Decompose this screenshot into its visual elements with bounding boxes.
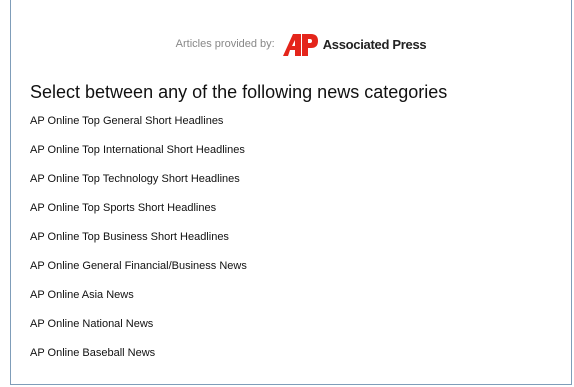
page-title: Select between any of the following news… bbox=[30, 82, 448, 102]
category-item-baseball[interactable]: AP Online Baseball News bbox=[30, 346, 247, 375]
category-list: AP Online Top General Short Headlines AP… bbox=[30, 114, 247, 375]
category-item-sports[interactable]: AP Online Top Sports Short Headlines bbox=[30, 201, 247, 230]
category-item-general[interactable]: AP Online Top General Short Headlines bbox=[30, 114, 247, 143]
category-item-international[interactable]: AP Online Top International Short Headli… bbox=[30, 143, 247, 172]
news-panel: Articles provided by: Associated Press S… bbox=[10, 0, 572, 385]
category-item-financial[interactable]: AP Online General Financial/Business New… bbox=[30, 259, 247, 288]
ap-logo-icon bbox=[281, 32, 319, 56]
category-item-national[interactable]: AP Online National News bbox=[30, 317, 247, 346]
category-item-technology[interactable]: AP Online Top Technology Short Headlines bbox=[30, 172, 247, 201]
provider-name: Associated Press bbox=[322, 36, 427, 52]
category-item-asia[interactable]: AP Online Asia News bbox=[30, 288, 247, 317]
provider-credit: Articles provided by: Associated Press bbox=[11, 32, 571, 60]
category-item-business[interactable]: AP Online Top Business Short Headlines bbox=[30, 230, 247, 259]
provider-label: Articles provided by: bbox=[175, 38, 275, 50]
